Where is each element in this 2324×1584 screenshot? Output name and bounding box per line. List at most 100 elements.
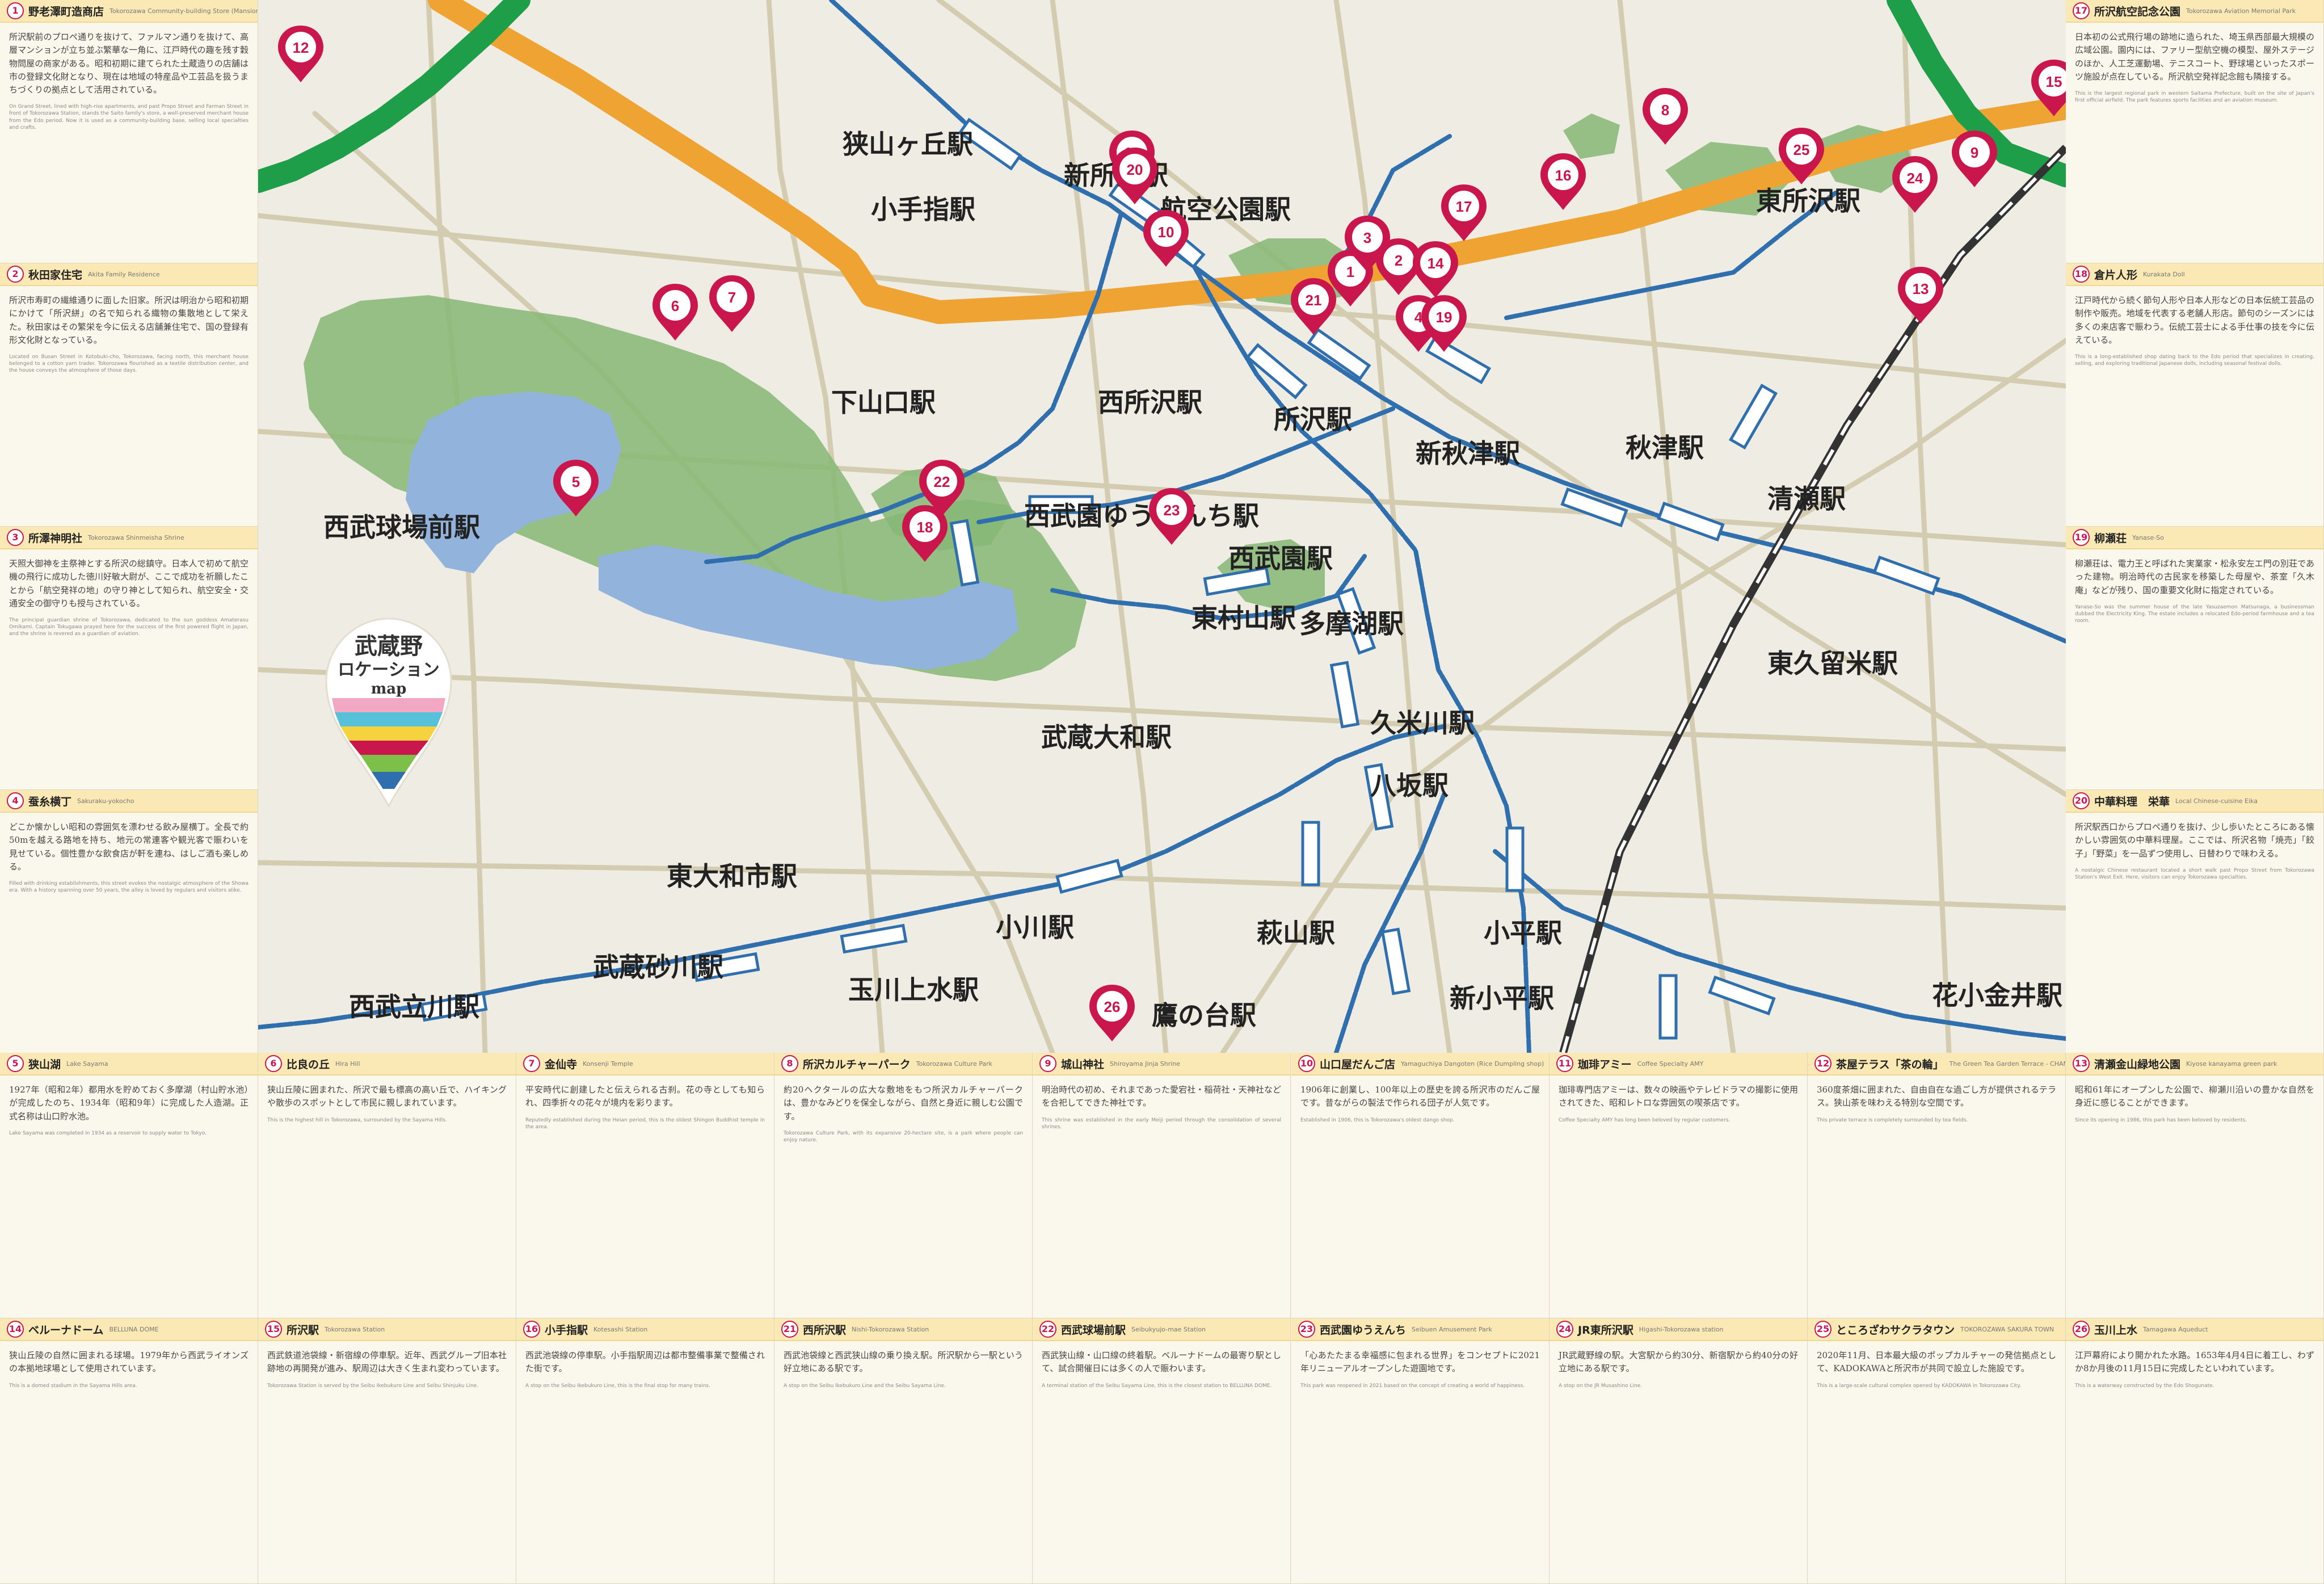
- panel-header: 1 野老澤町造商店 Tokorozawa Community-building St…: [0, 0, 258, 23]
- panel-number: 14: [7, 1321, 24, 1338]
- station-label: 西武立川駅: [349, 991, 479, 1022]
- pin-number: 9: [1971, 144, 1978, 161]
- panel-body-jp: どこか懐かしい昭和の雰囲気を漂わせる飲み屋横丁。全長で約50mを越える路地を持ち…: [9, 822, 249, 872]
- pin-number: 22: [934, 473, 950, 490]
- panel-title: 金仙寺: [545, 1058, 578, 1071]
- map-canvas[interactable]: 狭山ヶ丘駅新所沢駅小手指駅航空公園駅東所沢駅下山口駅西所沢駅所沢駅新秋津駅秋津駅…: [258, 0, 2066, 1053]
- station-label: 武蔵砂川駅: [593, 952, 723, 982]
- panel-title-en: Tokorozawa Shinmeisha Shrine: [88, 533, 184, 541]
- panel-header: 14 ベルーナドーム BELLUNA DOME: [0, 1318, 258, 1341]
- panel-header: 11 珈琲アミー Coffee Specialty AMY: [1550, 1053, 1807, 1075]
- location-pin-16[interactable]: 16: [1540, 153, 1586, 210]
- location-pin-12[interactable]: 12: [278, 26, 323, 82]
- panel-body-en: A nostalgic Chinese restaurant located a…: [2075, 867, 2314, 880]
- location-panel: 4 蚕糸横丁 Sakuraku-yokocho どこか懐かしい昭和の雰囲気を漂わせる飲…: [0, 790, 258, 1053]
- panel-number: 21: [781, 1321, 798, 1338]
- pin-number: 3: [1363, 229, 1371, 246]
- location-pin-26[interactable]: 26: [1089, 985, 1135, 1041]
- panel-title: 玉川上水: [2094, 1323, 2138, 1337]
- panel-title-en: Local Chinese-cuisine Eika: [2175, 797, 2258, 805]
- pin-number: 18: [917, 519, 933, 536]
- map-area[interactable]: 狭山ヶ丘駅新所沢駅小手指駅航空公園駅東所沢駅下山口駅西所沢駅所沢駅新秋津駅秋津駅…: [258, 0, 2066, 1053]
- panel-title: 柳瀬荘: [2094, 532, 2127, 545]
- panel-title-en: Akita Family Residence: [88, 270, 160, 278]
- panel-header: 12 茶屋テラス「茶の輪」 The Green Tea Garden Terrace…: [1808, 1053, 2065, 1075]
- station-label: 久米川駅: [1370, 708, 1475, 738]
- location-pin-6[interactable]: 6: [652, 284, 698, 341]
- location-panel: 1 野老澤町造商店 Tokorozawa Community-building St…: [0, 0, 258, 263]
- location-pin-7[interactable]: 7: [709, 275, 755, 332]
- pin-number: 10: [1158, 224, 1174, 241]
- panel-body-en: This is a waterway constructed by the Ed…: [2075, 1383, 2214, 1389]
- panel-body-en: Lake Sayama was completed in 1934 as a r…: [9, 1130, 207, 1136]
- panel-body-en: A terminal station of the Seibu Sayama L…: [1042, 1383, 1272, 1389]
- station-label: 小平駅: [1484, 918, 1562, 948]
- location-pin-9[interactable]: 9: [1952, 131, 1997, 187]
- panel-header: 13 清瀬金山緑地公園 Kiyose kanayama green park: [2066, 1053, 2323, 1075]
- panel-body-jp: 日本初の公式飛行場の跡地に造られた、埼玉県西部最大規模の広域公園。園内には、ファ…: [2075, 32, 2314, 82]
- station-label: 東所沢駅: [1756, 186, 1860, 216]
- logo-line2: ロケーション: [338, 660, 439, 680]
- location-pin-24[interactable]: 24: [1892, 156, 1938, 213]
- panel-title-en: Coffee Specialty AMY: [1637, 1060, 1704, 1068]
- location-pin-17[interactable]: 17: [1441, 184, 1487, 241]
- station-label: 小手指駅: [871, 194, 975, 225]
- panel-number: 10: [1298, 1055, 1315, 1072]
- panel-body-jp: 所沢市寿町の繊維通りに面した旧家。所沢は明治から昭和初期にかけて「所沢絣」の名で…: [9, 295, 249, 345]
- location-pin-14[interactable]: 14: [1413, 241, 1458, 298]
- panel-title-en: Kiyose kanayama green park: [2186, 1060, 2277, 1068]
- panel-body-en: A stop on the Seibu Ikebukuro Line, this…: [525, 1383, 710, 1389]
- location-panel: 12 茶屋テラス「茶の輪」 The Green Tea Garden Terrace…: [1808, 1053, 2066, 1318]
- location-panel: 15 所沢駅 Tokorozawa Station 西武鉄道池袋線・新宿線の停車駅。近…: [258, 1318, 516, 1584]
- panel-body-jp: 360度茶畑に囲まれた、自由自在な過ごし方が提供されるテラス。狭山茶を味わえる特…: [1817, 1085, 2056, 1108]
- panel-title-en: Lake Sayama: [66, 1060, 108, 1068]
- location-panel: 16 小手指駅 Kotesashi Station 西武池袋線の停車駅。小手指駅周辺は…: [516, 1318, 774, 1584]
- panel-body-en: This is a domed stadium in the Sayama Hi…: [9, 1383, 137, 1389]
- panel-body-en: A stop on the Seibu Ikebukuro Line and t…: [784, 1383, 946, 1389]
- panel-title: 珈琲アミー: [1578, 1058, 1632, 1071]
- panel-header: 7 金仙寺 Konsenji Temple: [516, 1053, 774, 1075]
- location-panel: 5 狭山湖 Lake Sayama 1927年（昭和2年）都用水を貯めておく多摩湖（村…: [0, 1053, 258, 1318]
- panel-title: 所沢カルチャーパーク: [803, 1058, 911, 1071]
- panel-body-jp: 柳瀬荘は、電力王と呼ばれた実業家・松永安左エ門の別荘であった建物。明治時代の古民…: [2075, 558, 2314, 595]
- location-pin-19[interactable]: 19: [1421, 295, 1467, 352]
- location-panel: 9 城山神社 Shiroyama Jinja Shrine 明治時代の初め、それまであ…: [1033, 1053, 1291, 1318]
- panel-title: JR東所沢駅: [1578, 1323, 1633, 1337]
- location-panel: 13 清瀬金山緑地公園 Kiyose kanayama green park 昭和61…: [2066, 1053, 2324, 1318]
- panel-title: ベルーナドーム: [28, 1323, 104, 1337]
- station-label: 萩山駅: [1257, 918, 1335, 948]
- panel-title: 所沢駅: [287, 1323, 319, 1337]
- panel-number: 5: [7, 1055, 24, 1072]
- location-pin-13[interactable]: 13: [1898, 267, 1943, 323]
- pin-number: 7: [728, 289, 736, 306]
- location-panel: 3 所澤神明社 Tokorozawa Shinmeisha Shrine 天照大御神を…: [0, 527, 258, 790]
- location-panel: 2 秋田家住宅 Akita Family Residence 所沢市寿町の繊維通りに面…: [0, 263, 258, 527]
- pin-number: 20: [1127, 161, 1143, 178]
- panel-number: 17: [2073, 2, 2090, 19]
- panel-header: 20 中華料理 栄華 Local Chinese-cuisine Eika: [2066, 790, 2323, 813]
- station-label: 東大和市駅: [667, 861, 797, 892]
- panel-body-en: Reputedly established during the Heian p…: [525, 1117, 765, 1130]
- panel-body-jp: JR武蔵野線の駅。大宮駅から約30分、新宿駅から約40分の好立地にある駅です。: [1559, 1350, 1798, 1374]
- location-pin-8[interactable]: 8: [1643, 88, 1688, 145]
- panel-title-en: The Green Tea Garden Terrace - CHANOWA: [1949, 1060, 2065, 1068]
- station-label: 西武園駅: [1228, 543, 1333, 574]
- panel-header: 22 西武球場前駅 Seibukyujo-mae Station: [1033, 1318, 1290, 1341]
- location-panel: 22 西武球場前駅 Seibukyujo-mae Station 西武狭山線・山口線の…: [1033, 1318, 1291, 1584]
- panel-number: 3: [7, 529, 24, 546]
- panel-title-en: Tamagawa Aqueduct: [2143, 1325, 2208, 1333]
- panel-body-en: Tokorozawa Culture Park, with its expans…: [784, 1130, 1023, 1143]
- panel-title-en: Kotesashi Station: [593, 1325, 648, 1333]
- location-pin-21[interactable]: 21: [1291, 278, 1336, 335]
- panel-body-jp: 昭和61年にオープンした公園で、柳瀬川沿いの豊かな自然を身近に感じることができま…: [2075, 1085, 2314, 1108]
- panel-body-jp: 西武池袋線の停車駅。小手指駅周辺は都市整備事業で整備された街です。: [525, 1350, 765, 1374]
- panel-body-en: A stop on the JR Musashino Line.: [1559, 1383, 1643, 1389]
- panel-title: 蚕糸横丁: [28, 795, 72, 808]
- location-panel: 19 柳瀬荘 Yanase-So 柳瀬荘は、電力王と呼ばれた実業家・松永安左エ門の別荘…: [2066, 527, 2324, 790]
- location-panel: 24 JR東所沢駅 Higashi-Tokorozawa station JR武蔵野線…: [1550, 1318, 1808, 1584]
- panel-title-en: Yanase-So: [2132, 533, 2164, 541]
- location-panel: 23 西武園ゆうえんち Seibuen Amusement Park 「心あたたまる幸…: [1291, 1318, 1550, 1584]
- pin-number: 25: [1793, 141, 1810, 158]
- panel-number: 26: [2073, 1321, 2090, 1338]
- location-pin-23[interactable]: 23: [1149, 488, 1194, 545]
